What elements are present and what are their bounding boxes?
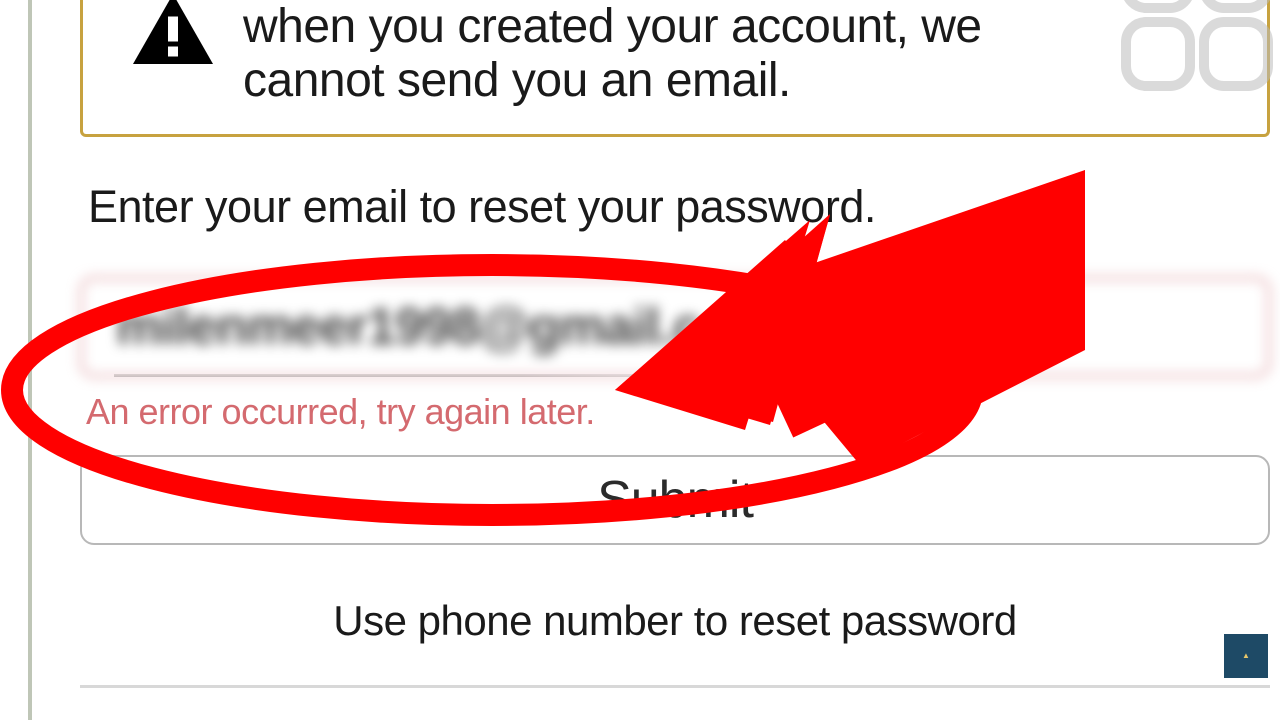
warning-icon [133,0,213,69]
warning-banner: when you created your account, we cannot… [80,0,1270,137]
submit-button[interactable]: Submit [80,455,1270,545]
use-phone-link[interactable]: Use phone number to reset password [80,597,1270,645]
grid-icon [1120,0,1280,110]
error-message: An error occurred, try again later. [86,391,1270,433]
channel-badge: ▲ [1224,634,1268,678]
reset-password-panel: when you created your account, we cannot… [80,0,1270,688]
divider [80,685,1270,688]
window-left-border [28,0,32,720]
form-prompt: Enter your email to reset your password. [88,181,1270,233]
email-field[interactable] [80,277,1270,377]
warning-text: when you created your account, we cannot… [243,0,1247,108]
